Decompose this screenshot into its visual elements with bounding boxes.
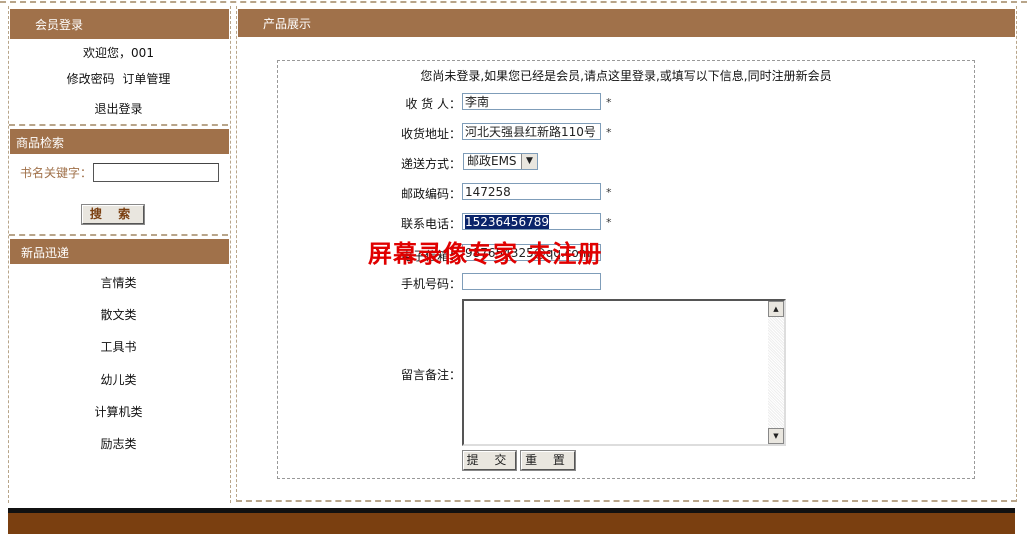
required-mark: *	[606, 96, 612, 109]
category-link-computer[interactable]: 计算机类	[9, 403, 228, 420]
search-button[interactable]: 搜 索	[81, 204, 145, 225]
top-border	[0, 1, 1027, 3]
order-management-link[interactable]: 订单管理	[122, 72, 170, 86]
member-login-title: 会员登录	[35, 18, 84, 32]
scroll-up-icon[interactable]: ▲	[768, 301, 784, 317]
delivery-select[interactable]: 邮政EMS ▼	[463, 153, 538, 170]
sidebar: 会员登录 欢迎您，001 修改密码 订单管理 退出登录 商品检索 书名关键字： …	[8, 6, 231, 503]
delivery-selected-value: 邮政EMS	[467, 154, 517, 168]
category-link-reference[interactable]: 工具书	[9, 338, 228, 355]
logout-link[interactable]: 退出登录	[9, 100, 228, 117]
footer-bar	[8, 508, 1015, 534]
divider	[9, 234, 228, 236]
divider	[9, 124, 228, 126]
keyword-label: 书名关键字：	[20, 166, 93, 180]
login-notice: 您尚未登录,如果您已经是会员,请点这里登录,或填写以下信息,同时注册新会员	[420, 69, 832, 83]
address-input[interactable]: 河北天强县红新路110号	[462, 123, 601, 140]
receiver-label: 收 货 人：	[405, 97, 461, 111]
mobile-label: 手机号码：	[400, 277, 461, 291]
delivery-label: 递送方式：	[400, 157, 461, 171]
submit-button[interactable]: 提 交	[462, 450, 517, 471]
phone-input[interactable]: 15236456789	[462, 213, 601, 230]
category-link-inspirational[interactable]: 励志类	[9, 435, 228, 452]
new-books-header: 新品迅递	[10, 239, 229, 264]
keyword-input[interactable]	[93, 163, 219, 182]
scrollbar[interactable]: ▲ ▼	[768, 301, 784, 444]
category-link-children[interactable]: 幼儿类	[9, 371, 228, 388]
category-link-romance[interactable]: 言情类	[9, 274, 228, 291]
remark-textarea[interactable]: ▲ ▼	[462, 299, 786, 446]
welcome-text: 欢迎您，001	[83, 46, 154, 60]
chevron-down-icon[interactable]: ▼	[521, 154, 537, 169]
phone-label: 联系电话：	[400, 217, 461, 231]
required-mark: *	[606, 186, 612, 199]
required-mark: *	[606, 216, 612, 229]
new-books-title: 新品迅递	[21, 246, 70, 260]
postcode-label: 邮政编码：	[400, 187, 461, 201]
address-label: 收货地址：	[400, 127, 461, 141]
postcode-input[interactable]: 147258	[462, 183, 601, 200]
reset-button[interactable]: 重 置	[520, 450, 576, 471]
category-link-prose[interactable]: 散文类	[9, 306, 228, 323]
watermark-text: 屏幕录像专家 未注册	[368, 239, 603, 268]
remark-label: 留言备注：	[400, 368, 461, 382]
product-display-title: 产品展示	[263, 17, 312, 31]
product-search-title: 商品检索	[16, 136, 65, 150]
change-password-link[interactable]: 修改密码	[67, 72, 115, 86]
mobile-input[interactable]	[462, 273, 601, 290]
member-links: 修改密码 订单管理	[9, 70, 228, 87]
scroll-down-icon[interactable]: ▼	[768, 428, 784, 444]
receiver-input[interactable]: 李南	[462, 93, 601, 110]
product-display-header: 产品展示	[238, 9, 1015, 37]
phone-input-selected-text: 15236456789	[465, 215, 549, 229]
required-mark: *	[606, 126, 612, 139]
product-search-header: 商品检索	[10, 129, 229, 154]
member-login-header: 会员登录	[10, 9, 229, 39]
